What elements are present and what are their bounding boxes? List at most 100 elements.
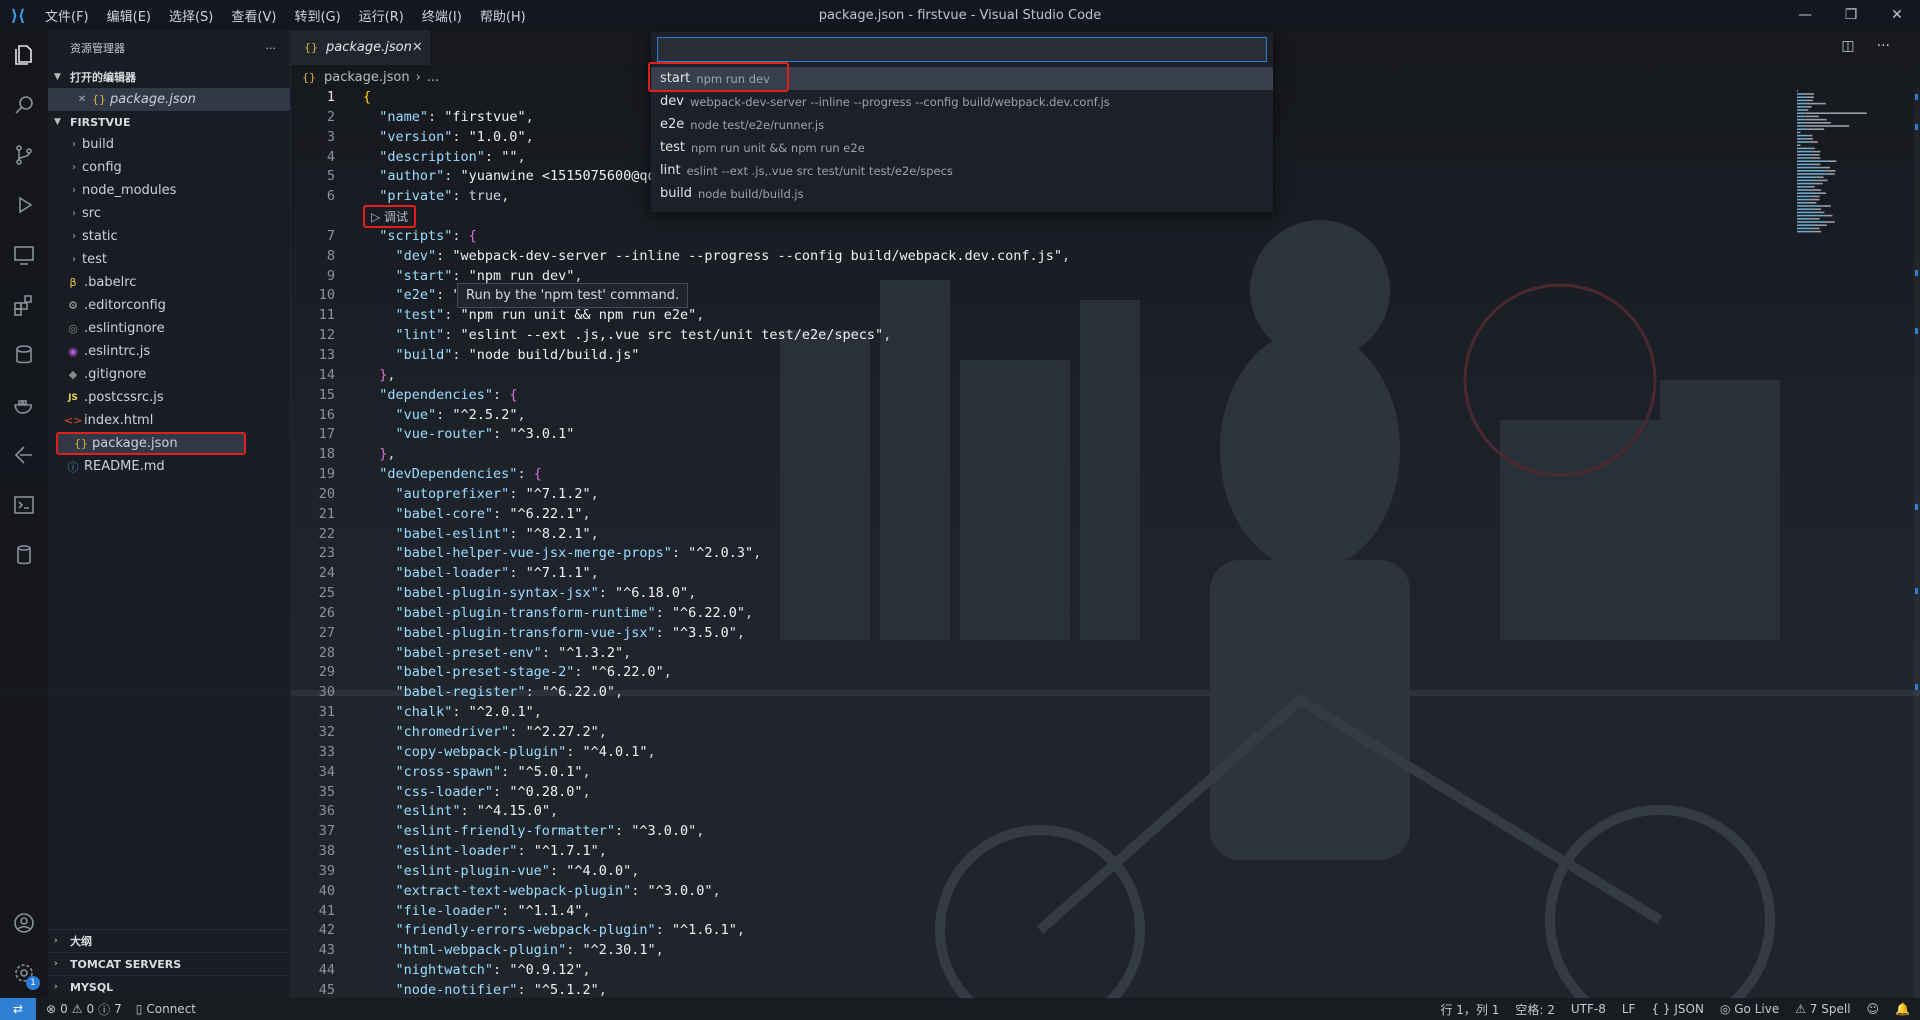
minimap[interactable] bbox=[1795, 88, 1900, 248]
code-line[interactable]: 18 }, bbox=[290, 445, 1790, 465]
source-control-icon[interactable] bbox=[0, 130, 48, 180]
notifications-bell-icon[interactable]: 🔔 bbox=[1895, 1002, 1910, 1016]
file-readme[interactable]: ⓘ README.md bbox=[48, 455, 290, 478]
spell-indicator[interactable]: ⚠ 7 Spell bbox=[1795, 1002, 1850, 1016]
split-editor-icon[interactable]: ◫ bbox=[1841, 38, 1854, 54]
debug-codelens-label[interactable]: ▷ 调试 bbox=[363, 205, 417, 229]
quick-pick-item-build[interactable]: build node build/build.js bbox=[651, 182, 1273, 205]
connect-button[interactable]: ▯ Connect bbox=[136, 1002, 196, 1016]
open-editor-item[interactable]: ✕ {} package.json bbox=[48, 88, 290, 111]
remote-indicator-icon[interactable]: ⇄ bbox=[0, 998, 36, 1020]
file-gitignore[interactable]: ◆ .gitignore bbox=[48, 363, 290, 386]
code-line[interactable]: 16 "vue": "^2.5.2", bbox=[290, 406, 1790, 426]
minimize-icon[interactable]: — bbox=[1782, 0, 1828, 30]
code-line[interactable]: 13 "build": "node build/build.js" bbox=[290, 346, 1790, 366]
folder-config[interactable]: › config bbox=[48, 156, 290, 179]
restore-icon[interactable]: ❐ bbox=[1828, 0, 1874, 30]
menu-edit[interactable]: 编辑(E) bbox=[98, 6, 160, 25]
menu-file[interactable]: 文件(F) bbox=[36, 6, 98, 25]
terminal-panel-icon[interactable] bbox=[0, 480, 48, 530]
file-postcssrc[interactable]: JS .postcssrc.js bbox=[48, 386, 290, 409]
code-line[interactable]: 41 "file-loader": "^1.1.4", bbox=[290, 902, 1790, 922]
code-line[interactable]: 12 "lint": "eslint --ext .js,.vue src te… bbox=[290, 326, 1790, 346]
account-icon[interactable] bbox=[0, 898, 48, 948]
menu-selection[interactable]: 选择(S) bbox=[160, 6, 222, 25]
menu-view[interactable]: 查看(V) bbox=[222, 6, 285, 25]
mysql-header[interactable]: › MYSQL bbox=[48, 975, 290, 998]
code-line[interactable]: 33 "copy-webpack-plugin": "^4.0.1", bbox=[290, 743, 1790, 763]
code-line[interactable]: 20 "autoprefixer": "^7.1.2", bbox=[290, 485, 1790, 505]
quick-pick-item-e2e[interactable]: e2e node test/e2e/runner.js bbox=[651, 113, 1273, 136]
close-tab-icon[interactable]: ✕ bbox=[412, 40, 423, 55]
breadcrumb-more[interactable]: ... bbox=[427, 70, 439, 85]
code-line[interactable]: 11 "test": "npm run unit && npm run e2e"… bbox=[290, 306, 1790, 326]
code-line[interactable]: 17 "vue-router": "^3.0.1" bbox=[290, 425, 1790, 445]
quick-pick-item-dev[interactable]: dev webpack-dev-server --inline --progres… bbox=[651, 90, 1273, 113]
file-index-html[interactable]: <> index.html bbox=[48, 409, 290, 432]
run-debug-icon[interactable] bbox=[0, 180, 48, 230]
go-live-button[interactable]: ◎ Go Live bbox=[1720, 1002, 1779, 1016]
code-line[interactable]: 42 "friendly-errors-webpack-plugin": "^1… bbox=[290, 921, 1790, 941]
folder-static[interactable]: › static bbox=[48, 225, 290, 248]
code-line[interactable]: 37 "eslint-friendly-formatter": "^3.0.0"… bbox=[290, 822, 1790, 842]
code-line[interactable]: 34 "cross-spawn": "^5.0.1", bbox=[290, 763, 1790, 783]
code-line[interactable]: 7 "scripts": { bbox=[290, 227, 1790, 247]
close-window-icon[interactable]: ✕ bbox=[1874, 0, 1920, 30]
language-mode[interactable]: { } JSON bbox=[1651, 1002, 1703, 1016]
tomcat-servers-header[interactable]: › TOMCAT SERVERS bbox=[48, 952, 290, 975]
code-line[interactable]: 15 "dependencies": { bbox=[290, 386, 1790, 406]
project-header[interactable]: ▼ FIRSTVUE bbox=[48, 111, 290, 133]
code-line[interactable]: 26 "babel-plugin-transform-runtime": "^6… bbox=[290, 604, 1790, 624]
code-line[interactable]: 27 "babel-plugin-transform-vue-jsx": "^3… bbox=[290, 624, 1790, 644]
quick-pick-item-lint[interactable]: lint eslint --ext .js,.vue src test/unit … bbox=[651, 159, 1273, 182]
code-line[interactable]: 44 "nightwatch": "^0.9.12", bbox=[290, 961, 1790, 981]
more-actions-icon[interactable]: ··· bbox=[1877, 38, 1890, 54]
code-line[interactable]: 32 "chromedriver": "^2.27.2", bbox=[290, 723, 1790, 743]
tab-package-json[interactable]: {} package.json ✕ bbox=[290, 30, 430, 65]
code-line[interactable]: 38 "eslint-loader": "^1.7.1", bbox=[290, 842, 1790, 862]
folder-node-modules[interactable]: › node_modules bbox=[48, 179, 290, 202]
file-babelrc[interactable]: β .babelrc bbox=[48, 271, 290, 294]
extensions-icon[interactable] bbox=[0, 280, 48, 330]
quick-pick-input[interactable] bbox=[657, 37, 1267, 62]
code-line[interactable]: 8 "dev": "webpack-dev-server --inline --… bbox=[290, 247, 1790, 267]
code-line[interactable]: 19 "devDependencies": { bbox=[290, 465, 1790, 485]
more-actions-icon[interactable]: ··· bbox=[266, 42, 277, 55]
menu-terminal[interactable]: 终端(I) bbox=[413, 6, 471, 25]
code-line[interactable]: 29 "babel-preset-stage-2": "^6.22.0", bbox=[290, 663, 1790, 683]
folder-test[interactable]: › test bbox=[48, 248, 290, 271]
code-line[interactable]: 39 "eslint-plugin-vue": "^4.0.0", bbox=[290, 862, 1790, 882]
folder-build[interactable]: › build bbox=[48, 133, 290, 156]
cursor-position[interactable]: 行 1，列 1 bbox=[1440, 1001, 1499, 1018]
code-editor[interactable]: 1 {2 "name": "firstvue", 3 "version": "1.0… bbox=[290, 88, 1790, 998]
menu-go[interactable]: 转到(G) bbox=[285, 6, 349, 25]
breadcrumb-file[interactable]: package.json bbox=[324, 70, 410, 85]
feedback-icon[interactable]: ☺ bbox=[1867, 1002, 1880, 1016]
code-line[interactable]: 30 "babel-register": "^6.22.0", bbox=[290, 683, 1790, 703]
problems-indicator[interactable]: ⊗ 0 ⚠ 0 ⓘ 7 bbox=[46, 1001, 122, 1018]
explorer-icon[interactable] bbox=[0, 30, 48, 80]
docker-icon[interactable] bbox=[0, 380, 48, 430]
remote-explorer-icon[interactable] bbox=[0, 230, 48, 280]
code-line[interactable]: 35 "css-loader": "^0.28.0", bbox=[290, 783, 1790, 803]
encoding[interactable]: UTF-8 bbox=[1571, 1002, 1606, 1016]
code-line[interactable]: 31 "chalk": "^2.0.1", bbox=[290, 703, 1790, 723]
close-editor-icon[interactable]: ✕ bbox=[74, 94, 90, 105]
file-eslintignore[interactable]: ◎ .eslintignore bbox=[48, 317, 290, 340]
code-line[interactable]: 23 "babel-helper-vue-jsx-merge-props": "… bbox=[290, 544, 1790, 564]
code-line[interactable]: 36 "eslint": "^4.15.0", bbox=[290, 802, 1790, 822]
settings-gear-icon[interactable]: 1 bbox=[0, 948, 48, 998]
folder-src[interactable]: › src bbox=[48, 202, 290, 225]
menu-run[interactable]: 运行(R) bbox=[350, 6, 413, 25]
quick-pick-item-test[interactable]: test npm run unit && npm run e2e bbox=[651, 136, 1273, 159]
overview-ruler[interactable] bbox=[1913, 88, 1920, 998]
live-share-icon[interactable] bbox=[0, 430, 48, 480]
code-line[interactable]: 25 "babel-plugin-syntax-jsx": "^6.18.0", bbox=[290, 584, 1790, 604]
code-line[interactable]: 22 "babel-eslint": "^8.2.1", bbox=[290, 525, 1790, 545]
outline-header[interactable]: › 大纲 bbox=[48, 929, 290, 952]
search-icon[interactable] bbox=[0, 80, 48, 130]
code-line[interactable]: 40 "extract-text-webpack-plugin": "^3.0.… bbox=[290, 882, 1790, 902]
code-line[interactable]: 28 "babel-preset-env": "^1.3.2", bbox=[290, 644, 1790, 664]
file-editorconfig[interactable]: ⚙ .editorconfig bbox=[48, 294, 290, 317]
database-icon[interactable] bbox=[0, 330, 48, 380]
